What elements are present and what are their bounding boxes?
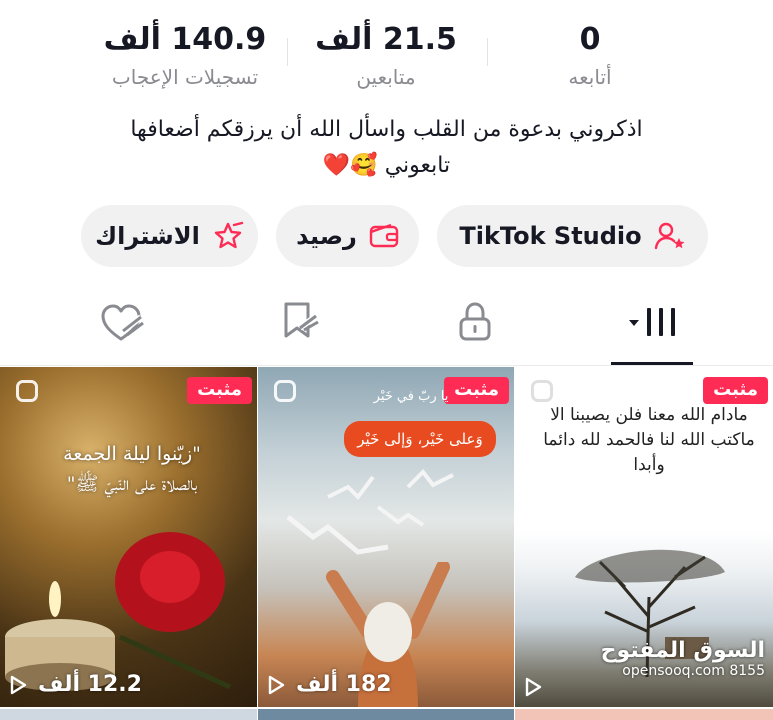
- star-badge-icon: [212, 221, 244, 251]
- tab-videos[interactable]: [613, 300, 693, 348]
- watermark-count: 815: [729, 663, 757, 679]
- bio-follow-text: تابعوني: [384, 153, 451, 178]
- watermark-count-suffix: 5: [756, 663, 765, 679]
- video-grid: مثبت مادام الله معنا فلن يصيبنا الا ماكت…: [0, 367, 773, 720]
- thumbnail-caption: "زيّنوا ليلة الجمعة بالصلاة على النّبيّ …: [22, 439, 242, 499]
- opensooq-watermark: السوق المفتوح opensooq.com 8155: [601, 638, 765, 679]
- bio-line-2: تابعوني 🥰❤️: [40, 148, 733, 184]
- bio-line-1: اذكروني بدعوة من القلب واسأل الله أن يرز…: [130, 117, 643, 142]
- lock-icon: [455, 301, 495, 347]
- balance-button[interactable]: رصيد: [276, 205, 419, 267]
- followers-stat[interactable]: 21.5 ألف متابعين: [276, 18, 496, 92]
- balance-label: رصيد: [296, 222, 357, 250]
- likes-stat[interactable]: 140.9 ألف تسجيلات الإعجاب: [75, 18, 295, 92]
- liked-heart-icon: [99, 301, 145, 347]
- tiktok-studio-button[interactable]: TikTok Studio: [437, 205, 708, 267]
- likes-label: تسجيلات الإعجاب: [111, 65, 259, 89]
- active-tab-indicator: [611, 362, 693, 365]
- wallet-icon: [369, 223, 399, 249]
- subscription-button[interactable]: الاشتراك: [81, 205, 258, 267]
- profile-bio: اذكروني بدعوة من القلب واسأل الله أن يرز…: [40, 112, 733, 184]
- video-thumbnail[interactable]: مثبت يا ربّ في خَيْر وَعلى خَيْر، وَإلى …: [258, 367, 514, 707]
- profile-tabs: [0, 290, 773, 366]
- carousel-icon: [531, 380, 553, 402]
- video-thumbnail[interactable]: مثبت مادام الله معنا فلن يصيبنا الا ماكت…: [515, 367, 773, 707]
- thumbnail-top-text: يا ربّ في خَيْر: [373, 389, 449, 404]
- view-count: 182 ألف: [296, 672, 392, 697]
- pinned-badge: مثبت: [703, 377, 768, 404]
- play-icon: [268, 675, 285, 694]
- tab-liked[interactable]: [82, 300, 162, 348]
- carousel-icon: [16, 380, 38, 402]
- next-row-thumbnail[interactable]: [515, 709, 773, 720]
- tiktok-studio-label: TikTok Studio: [459, 222, 642, 250]
- play-icon: [10, 675, 27, 694]
- tab-private[interactable]: [435, 300, 515, 348]
- caption-line-1: "زيّنوا ليلة الجمعة: [63, 443, 201, 465]
- add-user-star-icon: [654, 221, 686, 251]
- view-counter: 12.2 ألف: [8, 672, 142, 697]
- pinned-badge: مثبت: [187, 377, 252, 404]
- following-count: 0: [579, 22, 601, 57]
- likes-count: 140.9 ألف: [103, 22, 267, 57]
- following-label: أتابعه: [568, 65, 612, 89]
- followers-label: متابعين: [356, 65, 416, 89]
- view-count: 12.2 ألف: [38, 672, 142, 697]
- view-counter: [523, 677, 543, 697]
- watermark-latin: opensooq.com 8155: [601, 663, 765, 679]
- play-icon: [525, 677, 542, 697]
- following-stat[interactable]: 0 أتابعه: [480, 18, 700, 92]
- caption-line-2: بالصلاة على النّبيّ ﷺ": [66, 473, 198, 495]
- profile-stats: 0 أتابعه 21.5 ألف متابعين 140.9 ألف تسجي…: [0, 18, 773, 98]
- videos-grid-icon: [623, 302, 683, 346]
- next-row-thumbnail[interactable]: [258, 709, 514, 720]
- thumbnail-caption-bubble: وَعلى خَيْر، وَإلى خَيْر: [344, 421, 496, 457]
- bio-emojis: 🥰❤️: [322, 153, 378, 178]
- repost-bookmark-icon: [278, 300, 322, 348]
- profile-actions: TikTok Studio رصيد الاشتراك: [0, 205, 773, 267]
- view-counter: 182 ألف: [266, 672, 392, 697]
- watermark-domain: opensooq.com: [622, 663, 725, 679]
- tab-reposts[interactable]: [260, 300, 340, 348]
- subscription-label: الاشتراك: [95, 222, 200, 250]
- followers-count: 21.5 ألف: [315, 22, 457, 57]
- watermark-arabic: السوق المفتوح: [600, 638, 765, 663]
- thumbnail-caption: مادام الله معنا فلن يصيبنا الا ماكتب الل…: [543, 405, 755, 475]
- carousel-icon: [274, 380, 296, 402]
- video-thumbnail[interactable]: مثبت "زيّنوا ليلة الجمعة بالصلاة على الن…: [0, 367, 257, 707]
- next-row-thumbnail[interactable]: [0, 709, 257, 720]
